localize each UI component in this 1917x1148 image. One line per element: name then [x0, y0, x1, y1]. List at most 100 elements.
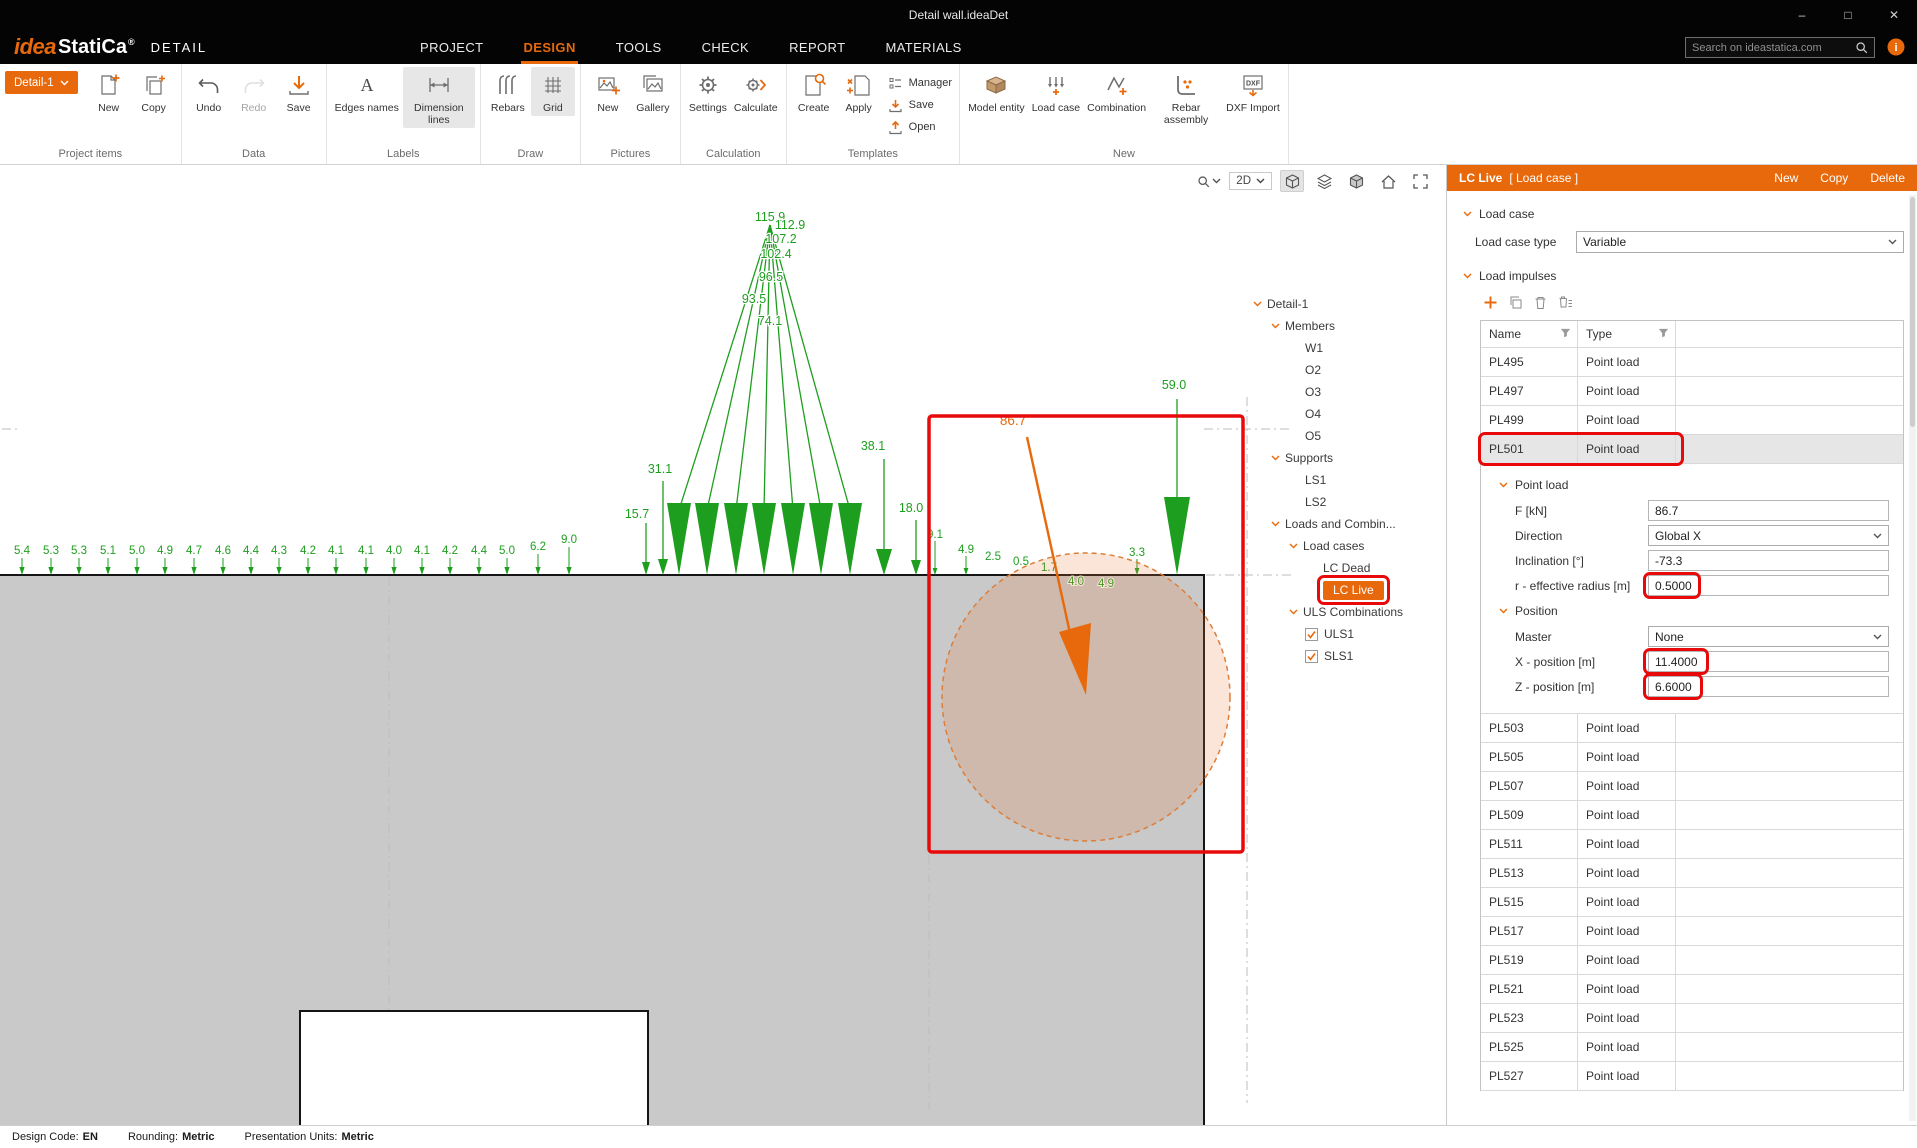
impulse-row-pl517[interactable]: PL517Point load [1481, 917, 1903, 946]
close-button[interactable]: ✕ [1871, 0, 1917, 30]
filter-icon[interactable] [1658, 327, 1669, 341]
ribbon-button-gallery[interactable]: Gallery [631, 67, 675, 116]
tree-item-uls-combinations[interactable]: ULS Combinations [1253, 601, 1445, 623]
column-header-type[interactable]: Type [1578, 321, 1676, 347]
ribbon-button-open[interactable]: Open [888, 118, 952, 136]
project-item-selector[interactable]: Detail-1 [5, 71, 78, 94]
section-load-case[interactable]: Load case [1447, 203, 1917, 225]
ribbon-button-combination[interactable]: Combination [1084, 67, 1149, 116]
tree-item-o5[interactable]: O5 [1253, 425, 1445, 447]
ribbon-button-grid[interactable]: Grid [531, 67, 575, 116]
search-icon[interactable] [1855, 41, 1868, 54]
ribbon-button-settings[interactable]: Settings [686, 67, 730, 116]
ribbon-button-copy[interactable]: Copy [132, 67, 176, 116]
tree-selected-label[interactable]: LC Live [1323, 581, 1384, 600]
checkbox-checked-icon[interactable] [1305, 650, 1318, 663]
direction-select[interactable]: Global X [1648, 525, 1889, 546]
add-icon[interactable] [1483, 295, 1498, 310]
impulse-row-pl509[interactable]: PL509Point load [1481, 801, 1903, 830]
axo-view-icon[interactable] [1280, 170, 1304, 192]
tree-item-o3[interactable]: O3 [1253, 381, 1445, 403]
tree-item-w1[interactable]: W1 [1253, 337, 1445, 359]
tree-item-loads-and-combin[interactable]: Loads and Combin... [1253, 513, 1445, 535]
x-position-m-input[interactable] [1648, 651, 1889, 672]
tree-item-ls2[interactable]: LS2 [1253, 491, 1445, 513]
ribbon-button-calculate[interactable]: Calculate [731, 67, 781, 116]
r-effective-radius-m-input[interactable] [1648, 575, 1889, 596]
copy-button[interactable]: Copy [1820, 171, 1848, 185]
section-point-load[interactable]: Point load [1481, 472, 1903, 498]
menu-tab-project[interactable]: PROJECT [420, 30, 483, 64]
load-case-type-select[interactable]: Variable [1576, 231, 1904, 253]
chevron-down-icon[interactable] [1289, 543, 1298, 549]
impulse-row-pl513[interactable]: PL513Point load [1481, 859, 1903, 888]
canvas-drawing[interactable]: 5.45.35.35.15.04.94.74.64.44.34.24.14.14… [0, 165, 1446, 1125]
impulse-row-pl511[interactable]: PL511Point load [1481, 830, 1903, 859]
duplicate-icon[interactable] [1508, 295, 1523, 310]
ribbon-button-save[interactable]: Save [888, 96, 952, 114]
menu-tab-tools[interactable]: TOOLS [616, 30, 662, 64]
menu-tab-check[interactable]: CHECK [702, 30, 750, 64]
impulse-row-pl515[interactable]: PL515Point load [1481, 888, 1903, 917]
chevron-down-icon[interactable] [1271, 323, 1280, 329]
chevron-down-icon[interactable] [1289, 609, 1298, 615]
chevron-down-icon[interactable] [1253, 301, 1262, 307]
impulse-row-pl495[interactable]: PL495Point load [1481, 348, 1903, 377]
section-load-impulses[interactable]: Load impulses [1447, 265, 1917, 287]
minimize-button[interactable]: – [1779, 0, 1825, 30]
tree-item-members[interactable]: Members [1253, 315, 1445, 337]
fit-view-icon[interactable] [1408, 170, 1432, 192]
section-position[interactable]: Position [1481, 598, 1903, 624]
tree-item-sls1[interactable]: SLS1 [1253, 645, 1445, 667]
ribbon-button-load-case[interactable]: Load case [1029, 67, 1083, 116]
zoom-icon[interactable] [1197, 175, 1221, 188]
filter-icon[interactable] [1560, 327, 1571, 341]
tree-item-lc-dead[interactable]: LC Dead [1253, 557, 1445, 579]
ribbon-button-rebars[interactable]: Rebars [486, 67, 530, 116]
solid-view-icon[interactable] [1344, 170, 1368, 192]
f-kn-input[interactable] [1648, 500, 1889, 521]
impulse-row-pl521[interactable]: PL521Point load [1481, 975, 1903, 1004]
ribbon-button-undo[interactable]: Undo [187, 67, 231, 116]
impulse-row-pl503[interactable]: PL503Point load [1481, 714, 1903, 743]
impulse-row-pl505[interactable]: PL505Point load [1481, 743, 1903, 772]
ribbon-button-model-entity[interactable]: Model entity [965, 67, 1028, 116]
chevron-down-icon[interactable] [1271, 521, 1280, 527]
ribbon-button-dimension-lines[interactable]: Dimension lines [403, 67, 475, 128]
ribbon-button-redo[interactable]: Redo [232, 67, 276, 116]
view-mode-select[interactable]: 2D [1229, 172, 1272, 190]
impulse-row-pl525[interactable]: PL525Point load [1481, 1033, 1903, 1062]
inclination-input[interactable] [1648, 550, 1889, 571]
delete-all-icon[interactable] [1558, 295, 1573, 310]
z-position-m-input[interactable] [1648, 676, 1889, 697]
impulse-row-pl507[interactable]: PL507Point load [1481, 772, 1903, 801]
ribbon-button-apply[interactable]: Apply [837, 67, 881, 116]
maximize-button[interactable]: □ [1825, 0, 1871, 30]
ribbon-button-create[interactable]: Create [792, 67, 836, 116]
menu-tab-report[interactable]: REPORT [789, 30, 845, 64]
ribbon-button-manager[interactable]: Manager [888, 74, 952, 92]
delete-button[interactable]: Delete [1870, 171, 1905, 185]
new-button[interactable]: New [1774, 171, 1798, 185]
tree-item-supports[interactable]: Supports [1253, 447, 1445, 469]
ribbon-button-edges-names[interactable]: AEdges names [332, 67, 402, 116]
impulse-row-pl499[interactable]: PL499Point load [1481, 406, 1903, 435]
tree-item-ls1[interactable]: LS1 [1253, 469, 1445, 491]
impulse-row-pl519[interactable]: PL519Point load [1481, 946, 1903, 975]
master-select[interactable]: None [1648, 626, 1889, 647]
menu-tab-materials[interactable]: MATERIALS [885, 30, 961, 64]
info-icon[interactable]: i [1887, 38, 1905, 56]
home-icon[interactable] [1376, 170, 1400, 192]
layers-icon[interactable] [1312, 170, 1336, 192]
impulse-row-pl501[interactable]: PL501Point load [1481, 435, 1903, 464]
impulse-row-pl527[interactable]: PL527Point load [1481, 1062, 1903, 1091]
panel-scrollbar[interactable] [1909, 195, 1916, 1121]
tree-item-o4[interactable]: O4 [1253, 403, 1445, 425]
tree-item-uls1[interactable]: ULS1 [1253, 623, 1445, 645]
scrollbar-thumb[interactable] [1910, 197, 1915, 427]
ribbon-button-save[interactable]: Save [277, 67, 321, 116]
ribbon-button-new[interactable]: New [87, 67, 131, 116]
ribbon-button-new[interactable]: New [586, 67, 630, 116]
tree-item-o2[interactable]: O2 [1253, 359, 1445, 381]
impulse-row-pl523[interactable]: PL523Point load [1481, 1004, 1903, 1033]
